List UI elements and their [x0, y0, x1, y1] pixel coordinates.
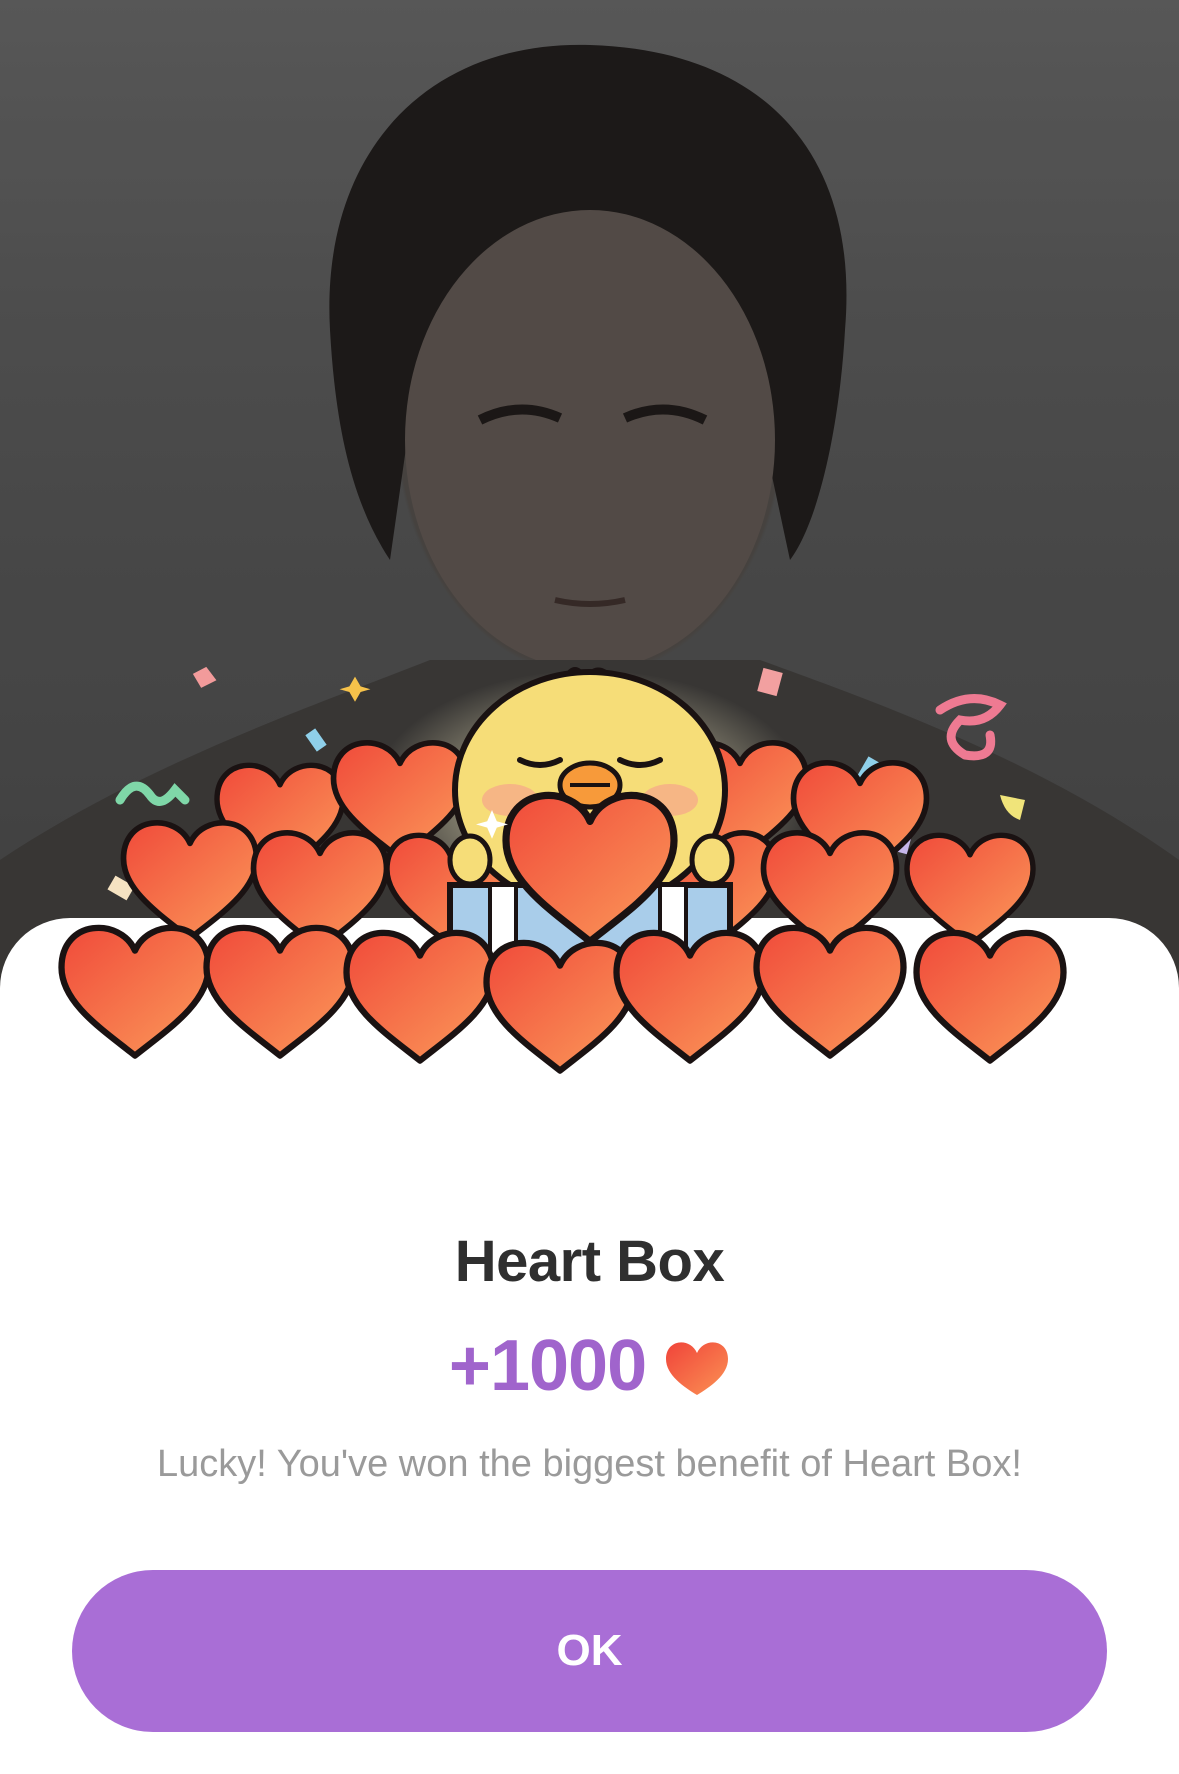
chick-hand-right — [689, 833, 735, 887]
ok-button[interactable]: OK — [72, 1570, 1107, 1732]
heart-icon — [666, 1342, 729, 1395]
dialog-title: Heart Box — [454, 1229, 725, 1294]
chick-hand-left — [447, 833, 493, 887]
reward-amount: +1000 — [448, 1326, 647, 1406]
reward-message: Lucky! You've won the biggest benefit of… — [157, 1443, 1022, 1485]
reward-row: +1000 — [0, 1325, 1179, 1407]
screen: Heart Box +1000 Lucky! You've won the bi… — [0, 0, 1179, 1774]
heart-box-illustration — [40, 666, 1140, 1170]
